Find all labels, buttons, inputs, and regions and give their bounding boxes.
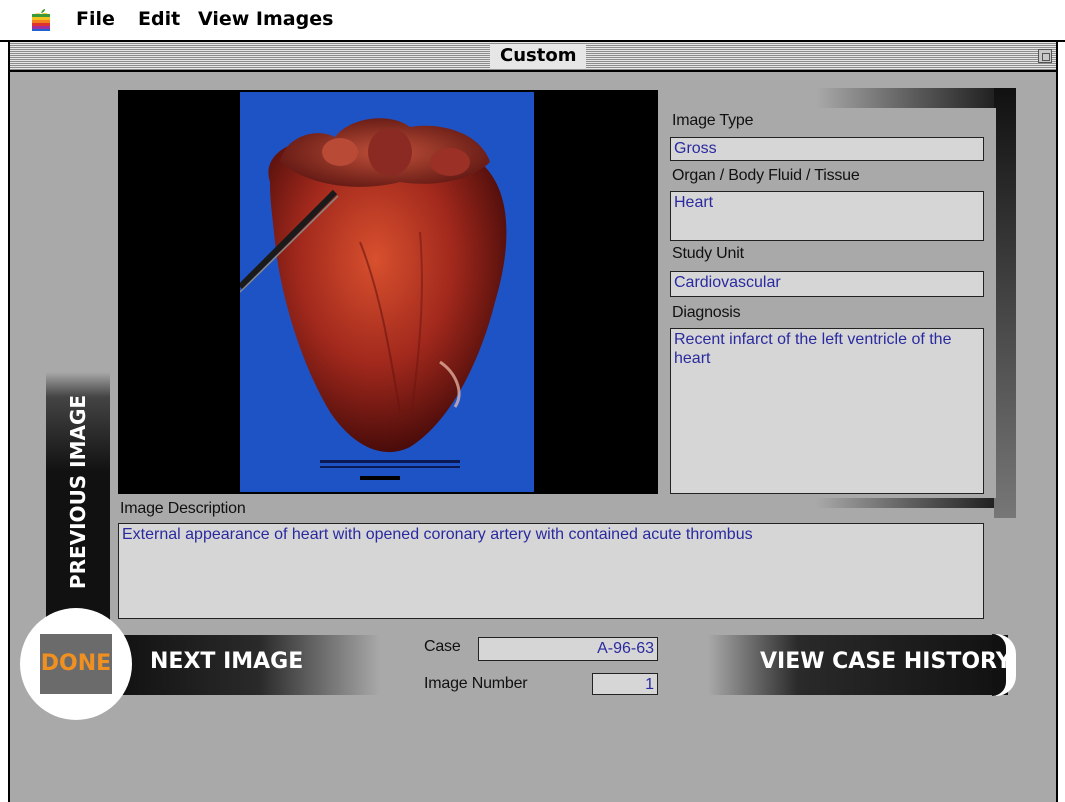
- apple-menu-icon[interactable]: [30, 8, 52, 32]
- description-field[interactable]: External appearance of heart with opened…: [118, 523, 984, 619]
- case-label: Case: [424, 638, 461, 655]
- view-case-history-label: VIEW CASE HISTORY: [760, 649, 1012, 674]
- description-label: Image Description: [120, 500, 246, 517]
- organ-field[interactable]: Heart: [670, 191, 984, 241]
- diagnosis-label: Diagnosis: [672, 304, 741, 321]
- study-unit-label: Study Unit: [672, 245, 744, 262]
- image-type-field[interactable]: Gross: [670, 137, 984, 161]
- done-label: DONE: [40, 651, 112, 676]
- window-title: Custom: [490, 44, 587, 68]
- heart-specimen-image: [240, 118, 507, 480]
- menu-edit[interactable]: Edit: [138, 8, 180, 30]
- previous-image-label: PREVIOUS IMAGE: [66, 394, 90, 590]
- panel-shadow-edge: [994, 88, 1016, 518]
- image-number-field[interactable]: 1: [592, 673, 658, 695]
- diagnosis-field[interactable]: Recent infarct of the left ventricle of …: [670, 328, 984, 494]
- previous-image-label-wrap[interactable]: PREVIOUS IMAGE: [46, 372, 110, 612]
- case-field[interactable]: A-96-63: [478, 637, 658, 661]
- next-image-label: NEXT IMAGE: [150, 649, 304, 674]
- menu-view-images[interactable]: View Images: [198, 8, 333, 30]
- image-number-label: Image Number: [424, 675, 528, 692]
- menu-file[interactable]: File: [76, 8, 115, 30]
- zoom-box-icon[interactable]: [1038, 49, 1052, 63]
- image-type-label: Image Type: [672, 112, 754, 129]
- organ-label: Organ / Body Fluid / Tissue: [672, 167, 860, 184]
- study-unit-field[interactable]: Cardiovascular: [670, 271, 984, 297]
